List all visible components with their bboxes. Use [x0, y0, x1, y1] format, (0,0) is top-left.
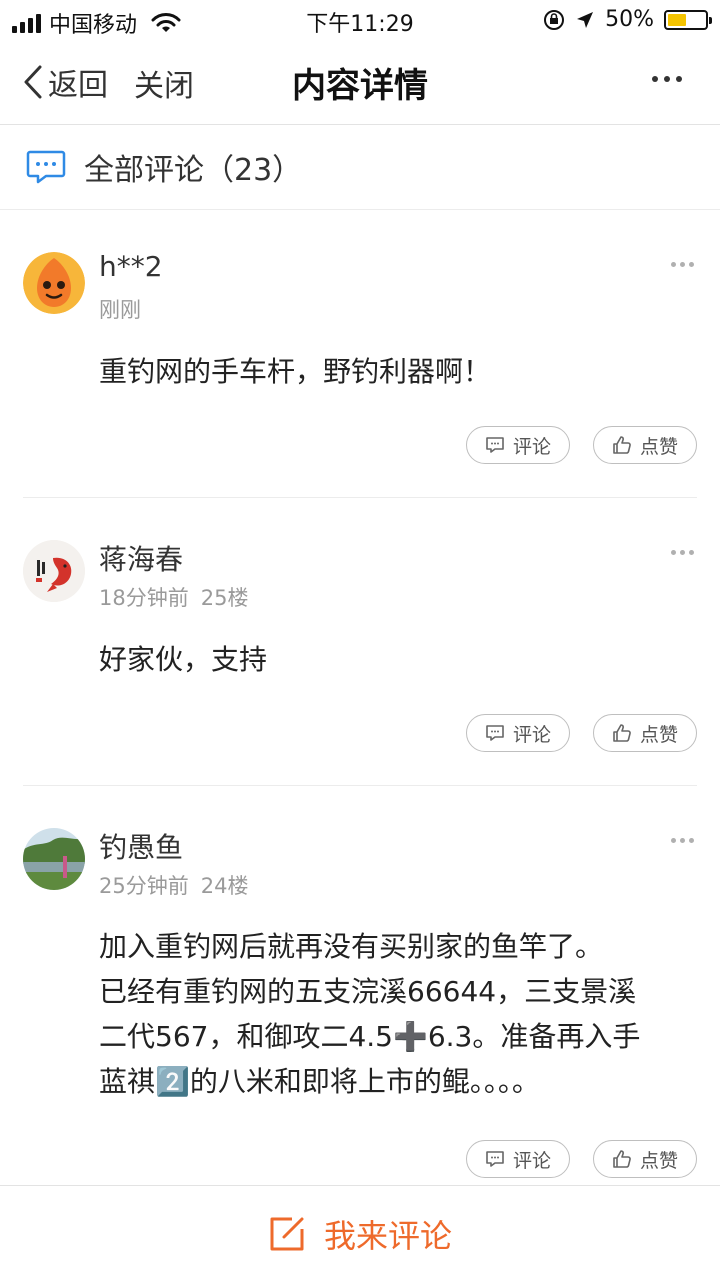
battery-icon [664, 9, 712, 30]
like-label: 点赞 [639, 435, 678, 458]
comment-meta: 刚刚 [99, 294, 141, 324]
reply-label: 评论 [512, 1149, 551, 1172]
status-bar: 中国移动 下午11:29 50% [0, 0, 720, 40]
comment-author[interactable]: 钓愚鱼 [99, 826, 183, 866]
comment-text: 重钓网的手车杆，野钓利器啊！ [99, 355, 492, 388]
comment-meta: 18分钟前 25楼 [99, 582, 248, 612]
like-label: 点赞 [639, 723, 678, 746]
like-label: 点赞 [639, 1149, 678, 1172]
thumbs-up-icon [613, 1150, 631, 1168]
comment-text: 加入重钓网后就再没有买别家的鱼竿了。 已经有重钓网的五支浣溪66644，三支景溪… [99, 924, 680, 1104]
comment-text-line: 二代567，和御攻二4.5➕6.3。准备再入手 [99, 1020, 641, 1053]
comment-icon [486, 1151, 504, 1167]
chat-bubble-icon [26, 150, 66, 184]
write-comment-button[interactable]: 我来评论 [0, 1185, 720, 1281]
location-icon [577, 11, 594, 28]
reply-button[interactable]: 评论 [466, 1140, 570, 1178]
edit-icon [270, 1217, 304, 1250]
comment-text: 好家伙，支持 [99, 643, 268, 676]
avatar[interactable] [23, 252, 85, 314]
thumbs-up-icon [613, 436, 631, 454]
like-button[interactable]: 点赞 [593, 714, 697, 752]
reply-button[interactable]: 评论 [466, 714, 570, 752]
comment-floor: 25楼 [200, 586, 249, 610]
write-comment-label: 我来评论 [323, 1216, 452, 1255]
reply-button[interactable]: 评论 [466, 426, 570, 464]
comment-meta: 25分钟前 24楼 [99, 870, 248, 900]
cartoon-avatar-icon [23, 252, 85, 314]
comment-author[interactable]: 蒋海春 [99, 538, 183, 578]
page-title: 内容详情 [292, 66, 428, 106]
comment-text-line: 加入重钓网后就再没有买别家的鱼竿了。 [99, 930, 604, 963]
rotation-lock-icon [544, 9, 565, 30]
reply-label: 评论 [512, 435, 551, 458]
comment-more-button[interactable] [671, 550, 694, 555]
comments-header: 全部评论（23） [0, 125, 720, 210]
avatar[interactable] [23, 828, 85, 890]
comment-text-line: 蓝祺2️⃣的八米和即将上市的鲲。。。。 [99, 1065, 540, 1098]
battery-percent: 50% [605, 7, 654, 32]
battery-fill [668, 13, 686, 26]
comment-time: 18分钟前 [99, 586, 189, 610]
divider [23, 497, 697, 498]
all-comments-label: 全部评论（23） [84, 153, 303, 188]
comment-time: 刚刚 [99, 298, 141, 322]
comment-icon [486, 725, 504, 741]
comment-more-button[interactable] [671, 838, 694, 843]
thumbs-up-icon [613, 724, 631, 742]
reply-label: 评论 [512, 723, 551, 746]
avatar[interactable] [23, 540, 85, 602]
comment-author[interactable]: h**2 [99, 250, 163, 283]
nav-bar: 返回 关闭 内容详情 [0, 40, 720, 125]
like-button[interactable]: 点赞 [593, 1140, 697, 1178]
comment-time: 25分钟前 [99, 874, 189, 898]
like-button[interactable]: 点赞 [593, 426, 697, 464]
more-options-button[interactable] [652, 76, 682, 82]
koi-fish-avatar-icon [23, 540, 85, 602]
comment-more-button[interactable] [671, 262, 694, 267]
comment-text-line: 已经有重钓网的五支浣溪66644，三支景溪 [99, 975, 637, 1008]
comment-floor: 24楼 [200, 874, 249, 898]
divider [23, 785, 697, 786]
comment-icon [486, 437, 504, 453]
landscape-avatar-icon [23, 828, 85, 890]
